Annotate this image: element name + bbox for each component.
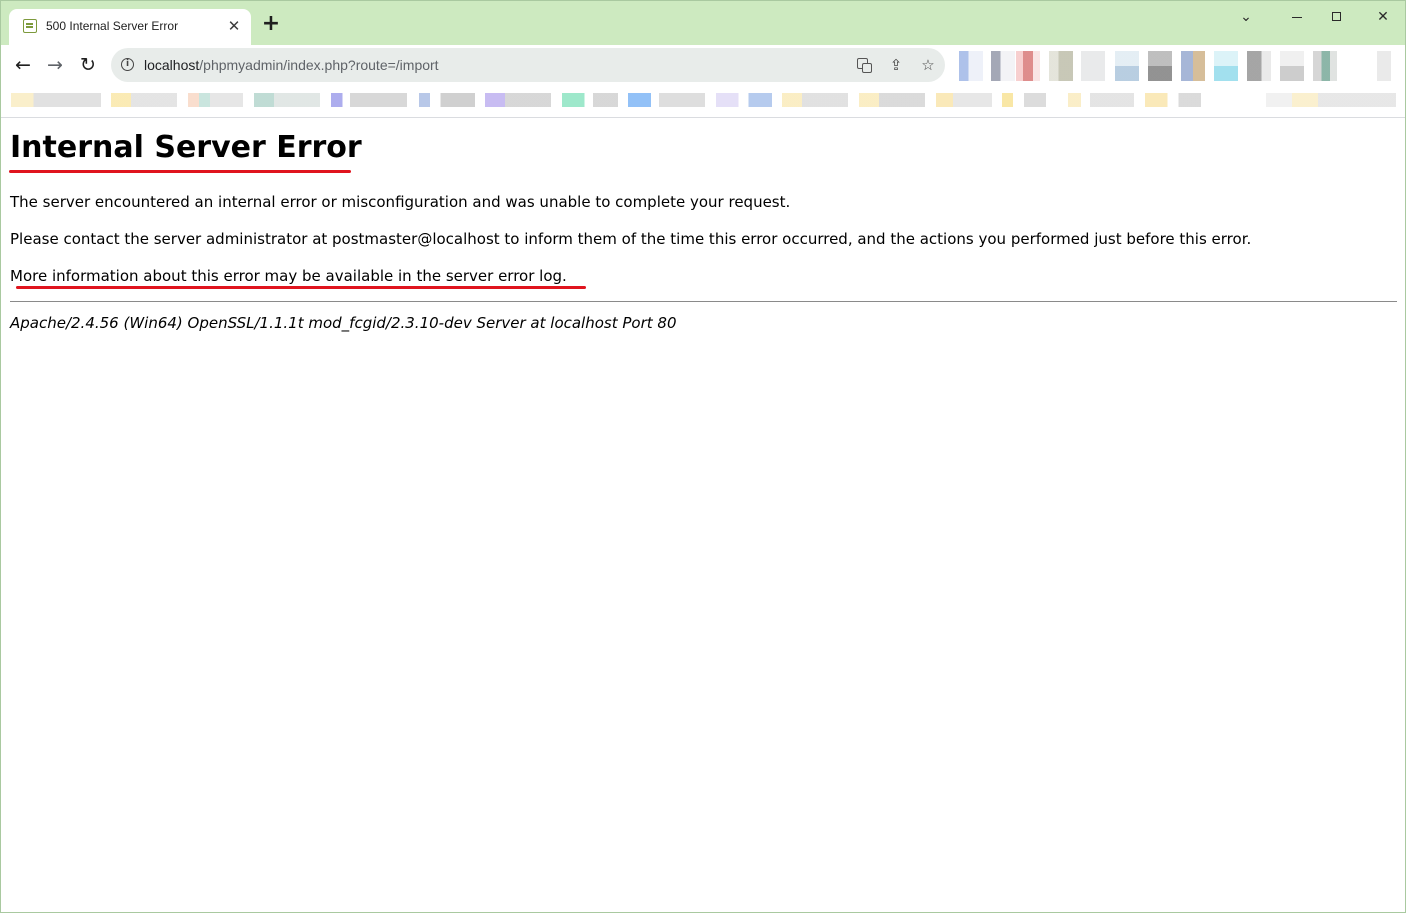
- extension-icon[interactable]: [1148, 51, 1172, 81]
- divider: [10, 301, 1397, 302]
- new-tab-button[interactable]: +: [261, 13, 281, 35]
- bookmark-item[interactable]: [11, 93, 101, 107]
- url-text[interactable]: localhost/phpmyadmin/index.php?route=/im…: [144, 57, 439, 73]
- bookmark-item[interactable]: [562, 93, 618, 107]
- bookmark-item[interactable]: [628, 93, 705, 107]
- url-host: localhost: [144, 57, 200, 73]
- extension-icon[interactable]: [1280, 51, 1304, 81]
- bookmark-item[interactable]: [1266, 93, 1396, 107]
- window-close-button[interactable]: ✕: [1372, 7, 1394, 27]
- bookmark-item[interactable]: [782, 93, 848, 107]
- bookmark-star-icon[interactable]: ☆: [919, 56, 937, 74]
- bookmark-item[interactable]: [419, 93, 475, 107]
- extension-icon[interactable]: [959, 51, 983, 81]
- bookmark-item[interactable]: [188, 93, 243, 107]
- bookmark-item[interactable]: [1002, 93, 1046, 107]
- bookmark-item[interactable]: [716, 93, 772, 107]
- reload-button[interactable]: ↻: [76, 53, 100, 77]
- translate-icon[interactable]: [855, 56, 873, 74]
- bookmark-item[interactable]: [1068, 93, 1134, 107]
- tab-close-icon[interactable]: ✕: [226, 18, 242, 34]
- back-button[interactable]: ←: [11, 53, 35, 77]
- extension-icon[interactable]: [1313, 51, 1337, 81]
- forward-button[interactable]: →: [43, 53, 67, 77]
- tab-title: 500 Internal Server Error: [46, 19, 179, 33]
- maximize-icon: [1332, 12, 1341, 21]
- extension-icon[interactable]: [1214, 51, 1238, 81]
- bookmark-item[interactable]: [485, 93, 551, 107]
- extension-icon[interactable]: [1247, 51, 1271, 81]
- bookmark-item[interactable]: [111, 93, 177, 107]
- tab-active[interactable]: 500 Internal Server Error ✕: [9, 9, 251, 45]
- extension-icon[interactable]: [1181, 51, 1205, 81]
- share-icon[interactable]: ⇪: [887, 56, 905, 74]
- extension-icon[interactable]: [1016, 51, 1040, 81]
- minimize-button[interactable]: [1286, 7, 1308, 27]
- url-path: /phpmyadmin/index.php?route=/import: [199, 57, 439, 73]
- bookmark-item[interactable]: [859, 93, 925, 107]
- tab-strip: 500 Internal Server Error ✕ + ⌄ ✕: [1, 1, 1405, 45]
- contact-admin-text: Please contact the server administrator …: [10, 230, 1252, 248]
- error-description: The server encountered an internal error…: [10, 193, 791, 211]
- annotation-underline: [16, 286, 586, 289]
- site-info-icon[interactable]: i: [121, 58, 134, 71]
- extension-icon[interactable]: [1377, 51, 1391, 81]
- page-favicon-icon: [23, 19, 37, 33]
- server-signature: Apache/2.4.56 (Win64) OpenSSL/1.1.1t mod…: [10, 314, 677, 332]
- maximize-button[interactable]: [1326, 7, 1348, 27]
- page-title: Internal Server Error: [10, 130, 362, 165]
- bookmark-item[interactable]: [936, 93, 992, 107]
- extension-icon[interactable]: [1115, 51, 1139, 81]
- address-bar[interactable]: i localhost/phpmyadmin/index.php?route=/…: [111, 48, 945, 82]
- browser-window: 500 Internal Server Error ✕ + ⌄ ✕ ← → ↻ …: [0, 0, 1406, 913]
- extension-icon[interactable]: [991, 51, 1015, 81]
- bookmarks-bar: [1, 85, 1405, 118]
- bookmark-item[interactable]: [254, 93, 320, 107]
- annotation-underline: [9, 170, 351, 173]
- page-content: Internal Server Error The server encount…: [1, 118, 1405, 912]
- extension-icon[interactable]: [1049, 51, 1073, 81]
- bookmark-item[interactable]: [331, 93, 407, 107]
- tab-search-chevron-icon[interactable]: ⌄: [1235, 7, 1257, 27]
- minimize-icon: [1292, 17, 1302, 18]
- extension-icon[interactable]: [1081, 51, 1105, 81]
- error-log-hint: More information about this error may be…: [10, 267, 567, 285]
- bookmark-item[interactable]: [1145, 93, 1201, 107]
